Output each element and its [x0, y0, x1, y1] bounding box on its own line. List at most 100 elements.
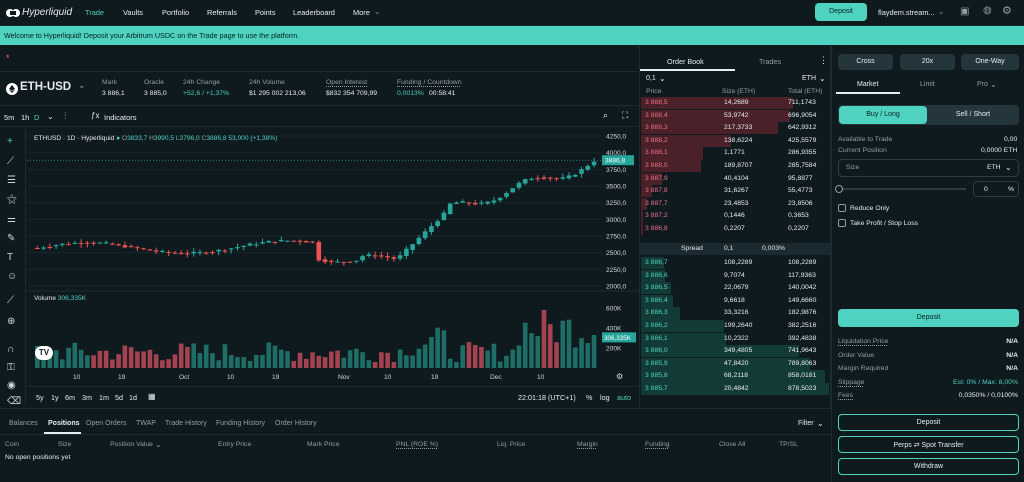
tab-order-history[interactable]: Order History: [275, 420, 317, 427]
range-6m[interactable]: 6m: [65, 393, 75, 402]
pattern-icon[interactable]: ⚝: [7, 194, 17, 205]
indicators-button[interactable]: Indicators: [104, 113, 137, 122]
ask-row[interactable]: 3 887,8 31,6267 55,4773: [641, 185, 829, 198]
log-toggle[interactable]: log: [600, 393, 610, 402]
wallet-address[interactable]: flaydem.stream...: [878, 8, 935, 17]
nav-portfolio[interactable]: Portfolio: [162, 8, 189, 17]
trash-icon[interactable]: ⌫: [7, 396, 21, 407]
ask-row[interactable]: 3 888,3 217,3733 642,9312: [641, 122, 829, 135]
bottom-deposit-button[interactable]: Deposit: [838, 414, 1019, 431]
bid-row[interactable]: 3 885,7 20,4842 878,5023: [641, 383, 829, 396]
column-header[interactable]: Position Value: [110, 441, 153, 448]
nav-points[interactable]: Points: [255, 8, 276, 17]
range-5y[interactable]: 5y: [36, 393, 44, 402]
crosshair-icon[interactable]: +: [7, 136, 13, 147]
ask-row[interactable]: 3 888,2 138,6224 425,5579: [641, 134, 829, 147]
range-1d[interactable]: 1d: [129, 393, 137, 402]
range-5d[interactable]: 5d: [115, 393, 123, 402]
nav-trade[interactable]: Trade: [85, 8, 104, 17]
bid-row[interactable]: 3 886,2 199,2640 382,2516: [641, 320, 829, 333]
tradingview-logo[interactable]: TV: [35, 346, 53, 360]
price-chart[interactable]: 4250,04000,03750,03500,03250,03000,02750…: [27, 128, 638, 406]
calendar-icon[interactable]: ▦: [148, 392, 156, 401]
form-deposit-button[interactable]: Deposit: [838, 309, 1019, 327]
bid-row[interactable]: 3 885,9 47,8420 789,8063: [641, 357, 829, 370]
tab-balances[interactable]: Balances: [9, 420, 38, 427]
star-icon[interactable]: *: [6, 53, 10, 63]
tab-trades[interactable]: Trades: [759, 57, 781, 66]
magnet-icon[interactable]: ∩: [7, 344, 14, 355]
wallet-icon[interactable]: ▣: [960, 6, 969, 17]
size-slider[interactable]: [835, 185, 966, 193]
asset-select[interactable]: ETH: [802, 75, 816, 82]
tpsl-checkbox[interactable]: [838, 219, 846, 227]
nav-more[interactable]: More: [353, 8, 370, 17]
withdraw-button[interactable]: Withdraw: [838, 458, 1019, 475]
emoji-icon[interactable]: ☺: [7, 271, 17, 282]
ask-row[interactable]: 3 888,0 189,8707 285,7584: [641, 160, 829, 173]
zoom-icon[interactable]: ⊕: [7, 316, 15, 327]
hide-icon[interactable]: ◉: [7, 380, 16, 391]
leverage-button[interactable]: 20x: [900, 54, 955, 70]
order-type-limit[interactable]: Limit: [920, 81, 935, 88]
candle-type-icon[interactable]: ⫶: [64, 111, 66, 122]
nav-vaults[interactable]: Vaults: [123, 8, 143, 17]
ask-row[interactable]: 3 888,5 14,2689 711,1743: [641, 97, 829, 110]
bid-row[interactable]: 3 886,3 33,3216 182,9876: [641, 307, 829, 320]
sell-short-button[interactable]: Sell / Short: [929, 106, 1017, 124]
bid-row[interactable]: 3 886,4 9,6618 149,6660: [641, 294, 829, 307]
bid-row[interactable]: 3 886,5 22,0679 140,0042: [641, 282, 829, 295]
slider-handle[interactable]: [835, 185, 843, 193]
filter-button[interactable]: Filter: [798, 420, 814, 427]
ruler-icon[interactable]: ⟋: [7, 295, 14, 306]
reduce-only-checkbox[interactable]: [838, 204, 846, 212]
percent-toggle[interactable]: %: [586, 393, 592, 402]
tab-open-orders[interactable]: Open Orders: [86, 420, 126, 427]
interval-d[interactable]: D: [34, 113, 39, 122]
range-1m[interactable]: 1m: [99, 393, 109, 402]
tab-twap[interactable]: TWAP: [136, 420, 156, 427]
bid-row[interactable]: 3 886,6 9,7074 117,9363: [641, 269, 829, 282]
auto-toggle[interactable]: auto: [617, 393, 631, 402]
nav-leaderboard[interactable]: Leaderboard: [293, 8, 335, 17]
fullscreen-icon[interactable]: ⛶: [622, 110, 628, 121]
text-icon[interactable]: T: [7, 252, 13, 263]
order-type-pro[interactable]: Pro: [977, 81, 988, 88]
range-1y[interactable]: 1y: [51, 393, 59, 402]
search-icon[interactable]: ⌕: [603, 110, 608, 121]
globe-icon[interactable]: ◍: [983, 5, 992, 16]
tab-funding-history[interactable]: Funding History: [216, 420, 265, 427]
column-header[interactable]: Close All: [719, 441, 745, 448]
tab-trade-history[interactable]: Trade History: [165, 420, 207, 427]
ask-row[interactable]: 3 886,8 0,2207 0,2207: [641, 223, 829, 236]
fib-icon[interactable]: ☰: [7, 175, 16, 186]
size-input[interactable]: Size ETH ⌄: [838, 159, 1019, 177]
ask-row[interactable]: 3 888,1 1,1771 286,9355: [641, 147, 829, 160]
buy-long-button[interactable]: Buy / Long: [839, 106, 927, 124]
interval-5m[interactable]: 5m: [4, 113, 14, 122]
bid-row[interactable]: 3 886,0 349,4805 741,9643: [641, 345, 829, 358]
bid-row[interactable]: 3 886,7 108,2289 108,2289: [641, 257, 829, 270]
size-unit-select[interactable]: ETH: [987, 164, 1001, 171]
settings-icon[interactable]: ⚙: [616, 372, 623, 381]
ask-row[interactable]: 3 887,9 40,4104 95,8877: [641, 172, 829, 185]
bid-row[interactable]: 3 885,8 68,2118 858,0181: [641, 370, 829, 383]
projection-icon[interactable]: ⚌: [7, 214, 16, 225]
ask-row[interactable]: 3 887,2 0,1446 0,3653: [641, 210, 829, 223]
tab-order-book[interactable]: Order Book: [667, 57, 704, 66]
order-type-market[interactable]: Market: [857, 81, 878, 88]
range-3m[interactable]: 3m: [82, 393, 92, 402]
tick-size-select[interactable]: 0,1: [646, 75, 656, 82]
nav-deposit-button[interactable]: Deposit: [815, 3, 867, 21]
transfer-button[interactable]: Perps ⇄ Spot Transfer: [838, 436, 1019, 453]
nav-referrals[interactable]: Referrals: [207, 8, 237, 17]
logo[interactable]: Hyperliquid: [6, 6, 86, 20]
ask-row[interactable]: 3 888,4 53,9742 696,9054: [641, 109, 829, 122]
margin-mode-cross[interactable]: Cross: [838, 54, 893, 70]
brush-icon[interactable]: ✎: [7, 233, 15, 244]
ask-row[interactable]: 3 887,7 23,4853 23,8506: [641, 197, 829, 210]
position-mode-button[interactable]: One-Way: [961, 54, 1019, 70]
bid-row[interactable]: 3 886,1 10,2322 392,4838: [641, 332, 829, 345]
interval-1h[interactable]: 1h: [21, 113, 29, 122]
trendline-icon[interactable]: ⟋: [7, 156, 14, 167]
